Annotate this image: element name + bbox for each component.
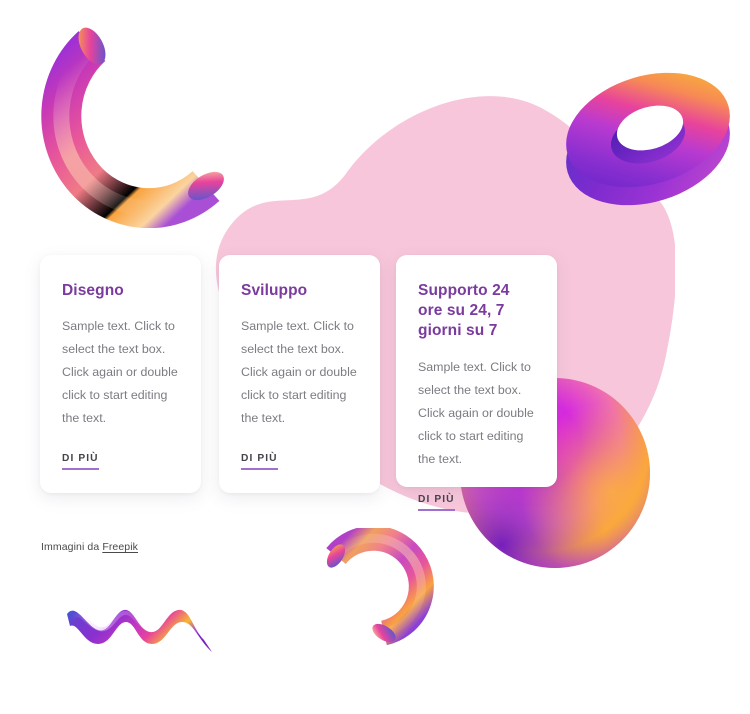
gradient-torus-top-right bbox=[560, 62, 735, 217]
gradient-arc-tube-bottom bbox=[312, 528, 437, 653]
page-canvas: Disegno Sample text. Click to select the… bbox=[0, 0, 750, 714]
card-body-text: Sample text. Click to select the text bo… bbox=[241, 318, 357, 425]
freepik-link[interactable]: Freepik bbox=[102, 541, 138, 553]
feature-card-sviluppo[interactable]: Sviluppo Sample text. Click to select th… bbox=[219, 255, 380, 493]
card-title: Supporto 24 ore su 24, 7 giorni su 7 bbox=[418, 282, 510, 339]
feature-card-supporto[interactable]: Supporto 24 ore su 24, 7 giorni su 7 Sam… bbox=[396, 255, 557, 512]
gradient-wave-ribbon-bottom-left bbox=[62, 596, 220, 658]
card-read-more-link[interactable]: DI PIÙ bbox=[418, 494, 455, 512]
card-body-text: Sample text. Click to select the text bo… bbox=[418, 360, 534, 467]
card-title: Sviluppo bbox=[241, 282, 308, 299]
card-read-more-link[interactable]: DI PIÙ bbox=[62, 453, 99, 470]
card-body-text: Sample text. Click to select the text bo… bbox=[62, 318, 178, 425]
image-credit-prefix: Immagini da bbox=[41, 541, 103, 553]
gradient-arc-tube-top-left bbox=[30, 18, 230, 228]
card-read-more-link[interactable]: DI PIÙ bbox=[241, 453, 278, 470]
image-credit: Immagini da Freepik bbox=[41, 541, 138, 553]
feature-card-disegno[interactable]: Disegno Sample text. Click to select the… bbox=[40, 255, 201, 493]
card-title: Disegno bbox=[62, 282, 124, 299]
